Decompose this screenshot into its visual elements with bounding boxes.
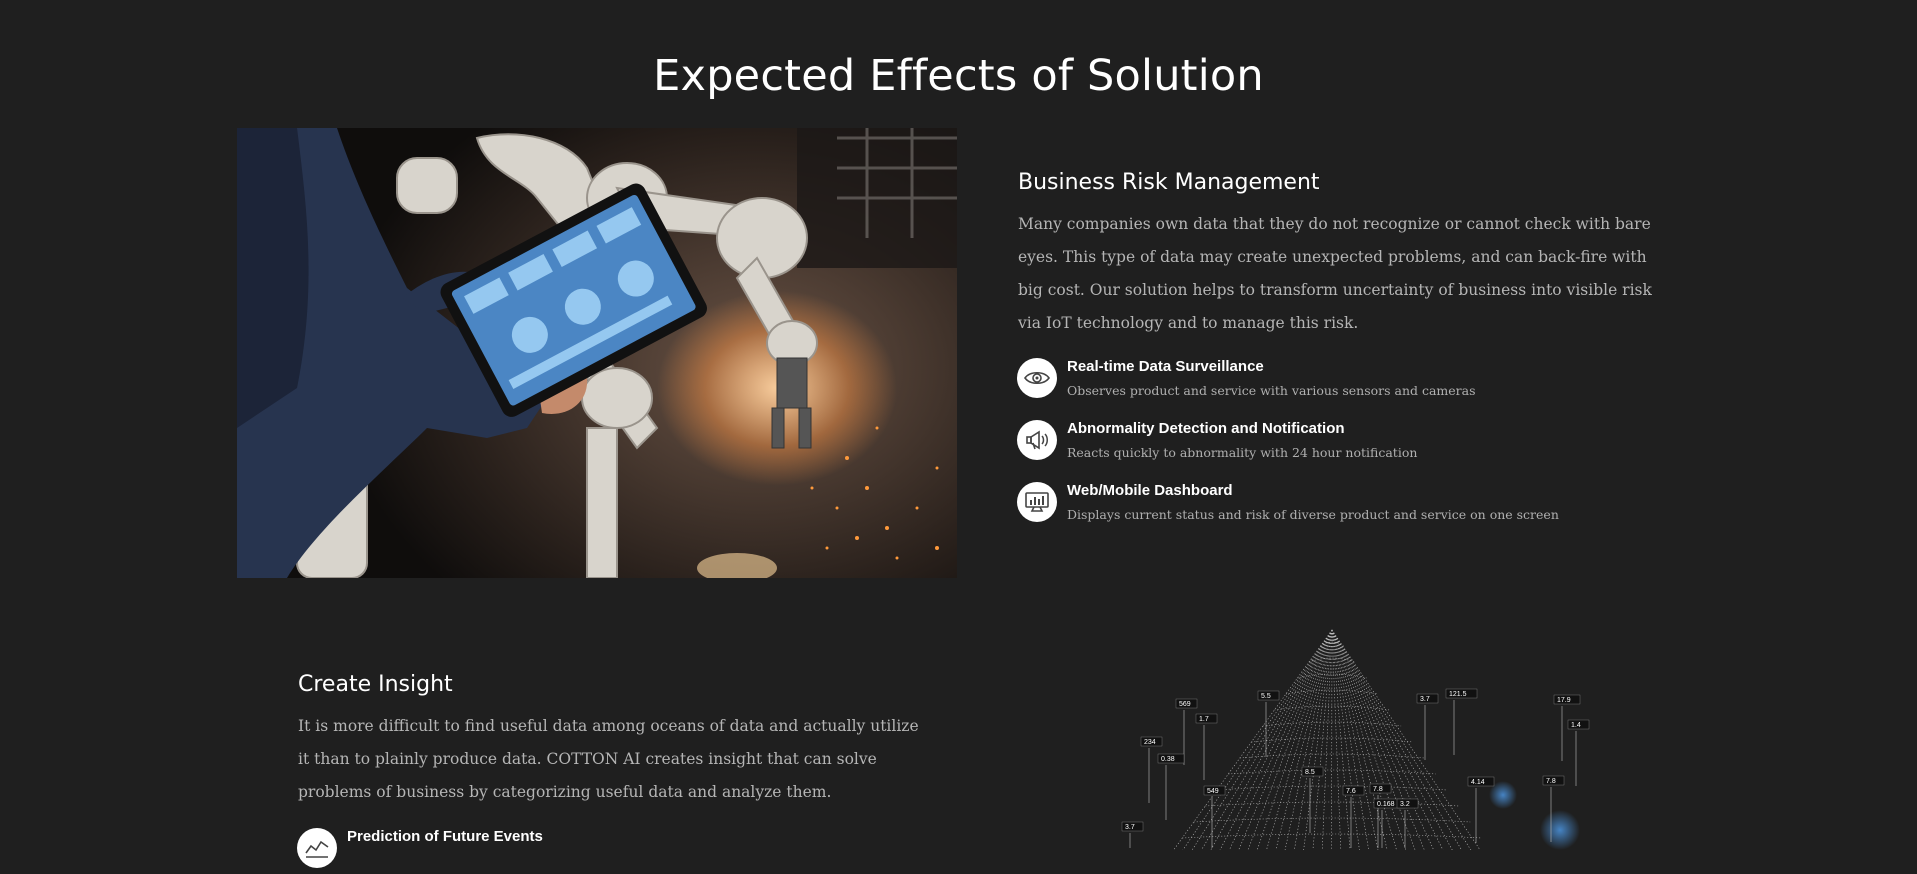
line-graph-icon [297,828,337,868]
feature-title: Web/Mobile Dashboard [1067,482,1233,499]
mesh-line [1331,629,1397,850]
factory-tablet-photo [237,128,957,578]
mesh-line [1331,629,1435,850]
insight-description-line: problems of business by categorizing use… [298,783,832,801]
value-tag: 4.14 [1467,776,1495,843]
mesh-line [1173,629,1333,850]
mesh-line [1182,629,1333,850]
svg-text:0.168: 0.168 [1377,801,1395,808]
mesh-line [1331,629,1462,850]
mesh-line [1275,629,1333,850]
svg-text:7.8: 7.8 [1546,778,1556,785]
risk-description-line: eyes. This type of data may create unexp… [1018,248,1647,266]
value-tag: 3.7 [1121,821,1144,848]
svg-text:1.4: 1.4 [1571,722,1581,729]
risk-heading: Business Risk Management [1018,170,1320,195]
mesh-line [1191,629,1333,850]
mesh-line [1331,629,1416,850]
mesh-line [1331,629,1351,850]
value-tag: 121.5 [1445,688,1478,755]
mesh-line [1284,629,1333,850]
feature-description: Displays current status and risk of dive… [1067,507,1559,522]
eye-icon [1017,358,1057,398]
mesh-line [1331,629,1333,850]
risk-description-line: Many companies own data that they do not… [1018,215,1651,233]
mesh-line [1201,629,1333,850]
value-tag: 5.5 [1257,690,1280,757]
risk-description: Many companies own data that they do not… [1018,208,1658,340]
dashboard-monitor-icon [1017,482,1057,522]
mesh-line [1331,629,1342,850]
mesh-line [1294,629,1333,850]
svg-text:7.8: 7.8 [1373,786,1383,793]
mesh-line [1256,629,1333,850]
svg-text:3.7: 3.7 [1420,696,1430,703]
value-tag: 7.8 [1369,783,1392,848]
risk-description-line: big cost. Our solution helps to transfor… [1018,281,1652,299]
svg-text:7.6: 7.6 [1346,788,1356,795]
mesh-line [1321,629,1333,850]
mesh-line [1210,629,1333,850]
mesh-line [1331,629,1388,850]
mesh-contour [1216,785,1448,791]
mesh-line [1331,629,1472,850]
svg-text:3.7: 3.7 [1125,824,1135,831]
svg-text:549: 549 [1207,788,1219,795]
value-tag: 8.5 [1301,766,1324,833]
svg-text:17.9: 17.9 [1557,697,1571,704]
page-title: Expected Effects of Solution [653,50,1264,101]
svg-text:0.38: 0.38 [1161,756,1175,763]
value-tag: 549 [1203,785,1226,848]
svg-text:569: 569 [1179,701,1191,708]
feature-description: Reacts quickly to abnormality with 24 ho… [1067,445,1418,460]
mesh-line [1331,629,1407,850]
value-tag: 3.2 [1396,798,1419,848]
mesh-line [1229,629,1333,850]
data-visualization-graphic: 569 1.7 5.5 234 0.38 549 3.7 7.6 3.7 121.5 17.9 1.4… [1110,620,1590,850]
insight-heading: Create Insight [298,672,453,697]
value-tag: 7.6 [1342,785,1365,848]
value-tag: 1.4 [1567,719,1590,786]
glow-dot [1540,810,1580,850]
insight-description: It is more difficult to find useful data… [298,710,938,809]
mesh-line [1303,629,1333,850]
mesh-line [1219,629,1333,850]
megaphone-icon [1017,420,1057,460]
feature-title: Real-time Data Surveillance [1067,358,1264,375]
mesh-line [1331,629,1379,850]
mesh-line [1331,629,1453,850]
feature-description: Observes product and service with variou… [1067,383,1476,398]
mesh-line [1247,629,1333,850]
insight-description-line: It is more difficult to find useful data… [298,717,919,735]
value-tag: 234 [1140,736,1163,803]
feature-title: Abnormality Detection and Notification [1067,420,1345,437]
feature-title: Prediction of Future Events [347,828,543,845]
risk-description-line: via IoT technology and to manage this ri… [1018,314,1359,332]
svg-text:4.14: 4.14 [1471,779,1485,786]
svg-text:234: 234 [1144,739,1156,746]
svg-text:8.5: 8.5 [1305,769,1315,776]
mesh-line [1312,629,1333,850]
value-tag: 1.7 [1195,713,1218,780]
svg-text:121.5: 121.5 [1449,691,1467,698]
mesh-line [1331,629,1444,850]
value-tag: 0.38 [1157,753,1185,820]
insight-description-line: it than to plainly produce data. COTTON … [298,750,877,768]
mesh-line [1266,629,1333,850]
svg-text:3.2: 3.2 [1400,801,1410,808]
svg-text:5.5: 5.5 [1261,693,1271,700]
svg-text:1.7: 1.7 [1199,716,1209,723]
value-tag: 3.7 [1416,693,1439,760]
